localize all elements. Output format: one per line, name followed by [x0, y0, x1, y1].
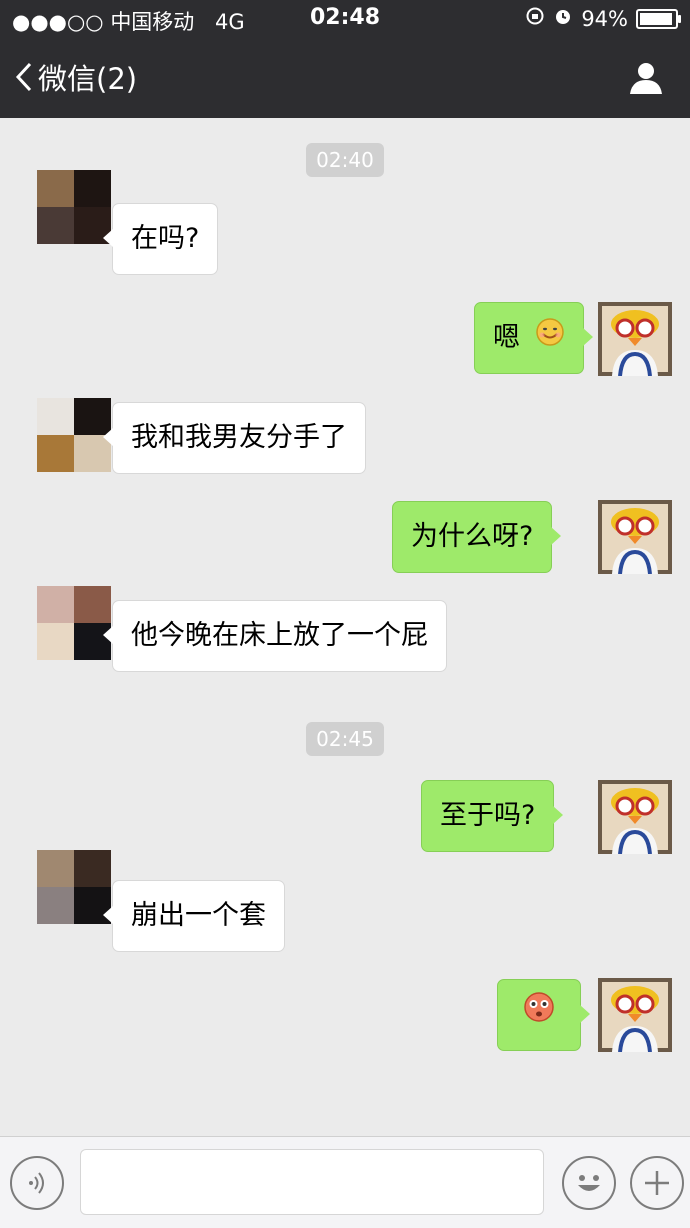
my-avatar[interactable]	[598, 978, 672, 1053]
message-bubble-sent[interactable]: 为什么呀?	[392, 501, 562, 573]
message-bubble-received[interactable]: 他今晚在床上放了一个屁	[103, 600, 447, 672]
chevron-left-icon	[15, 62, 32, 92]
message-bubble-sent[interactable]	[497, 979, 590, 1051]
my-avatar[interactable]	[598, 780, 672, 855]
contact-avatar[interactable]	[37, 586, 111, 660]
battery-percent: 94%	[581, 6, 628, 31]
back-button[interactable]: 微信(2)	[14, 56, 137, 98]
alarm-icon	[553, 6, 573, 31]
chat-area[interactable]: 02:40 在吗? 嗯 我和我男友分手了 为什么呀? 他今晚在床上放了一个屁 0…	[0, 118, 690, 1136]
contact-avatar[interactable]	[37, 850, 111, 924]
emoji-button[interactable]	[562, 1156, 616, 1210]
rotation-lock-icon	[525, 6, 545, 31]
flushed-emoji-icon	[522, 981, 556, 1051]
my-avatar[interactable]	[598, 500, 672, 575]
message-bubble-received[interactable]: 在吗?	[102, 203, 219, 275]
contact-avatar[interactable]	[37, 170, 111, 244]
timestamp: 02:45	[0, 722, 690, 756]
status-bar: ●●●○○ 中国移动 4G 02:48 94%	[0, 0, 690, 38]
voice-button[interactable]	[10, 1156, 64, 1210]
message-bubble-received[interactable]: 我和我男友分手了	[103, 402, 366, 474]
message-bubble-received[interactable]: 崩出一个套	[103, 880, 285, 952]
input-bar	[0, 1136, 690, 1228]
plus-icon	[645, 1171, 669, 1195]
message-bubble-sent[interactable]: 嗯	[474, 302, 593, 374]
battery-icon	[636, 8, 681, 29]
smiley-icon	[578, 1175, 600, 1191]
status-right: 94%	[525, 6, 681, 31]
more-button[interactable]	[630, 1156, 684, 1210]
voice-icon	[29, 1172, 44, 1194]
chat-info-button[interactable]	[628, 60, 664, 100]
my-avatar[interactable]	[598, 302, 672, 377]
chat-header: 微信(2)	[0, 38, 690, 118]
message-bubble-sent[interactable]: 至于吗?	[421, 780, 564, 852]
message-input[interactable]	[80, 1149, 544, 1215]
smile-emoji-icon	[535, 304, 565, 374]
battery-level	[640, 12, 672, 25]
message-text: 嗯	[493, 322, 520, 353]
back-label: 微信(2)	[38, 62, 138, 96]
person-icon	[630, 63, 662, 94]
contact-avatar[interactable]	[37, 398, 111, 472]
